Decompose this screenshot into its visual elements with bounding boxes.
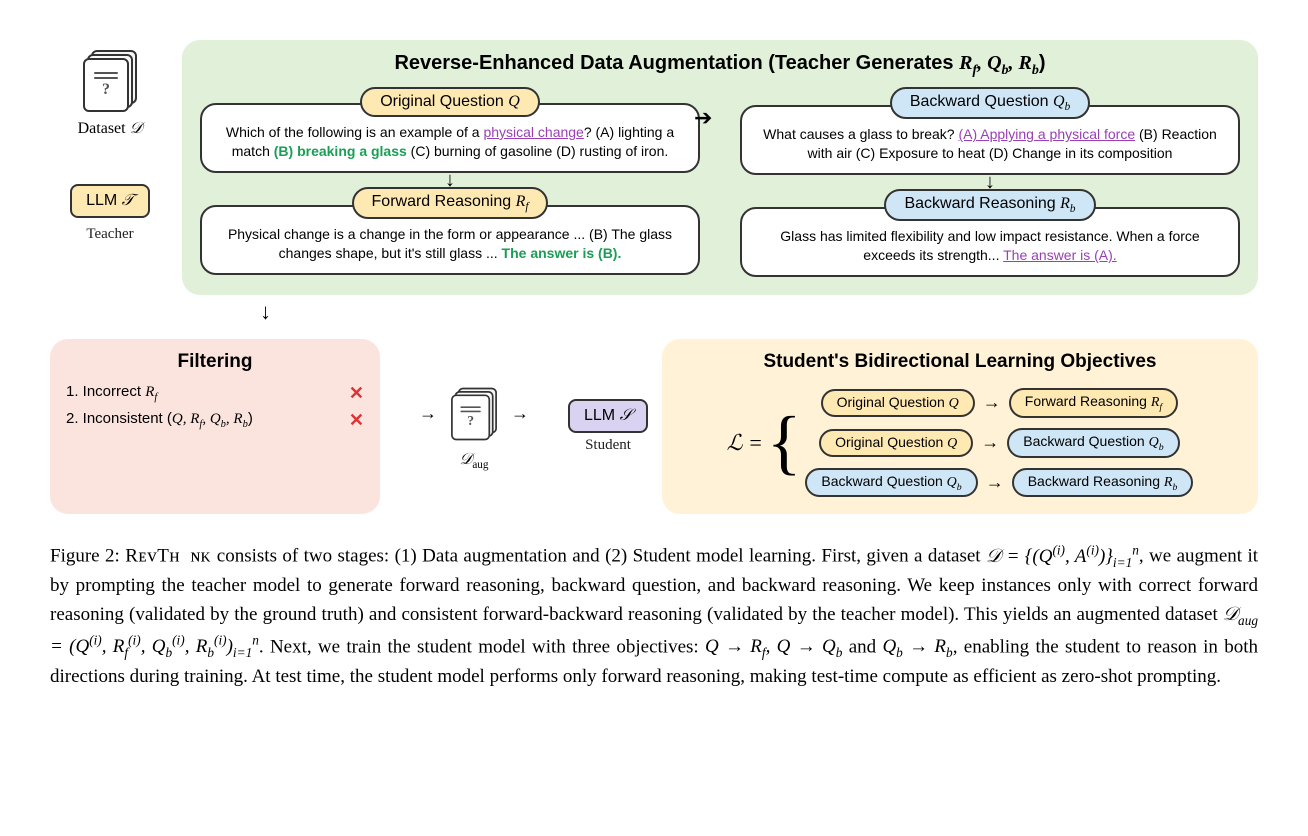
- arrow-right-icon: →: [983, 392, 1001, 413]
- arrow-right-icon: →: [986, 472, 1004, 493]
- original-question-pill: Original Question Q: [360, 87, 540, 117]
- dataset-icon: ?: [83, 50, 137, 112]
- arrow-right-icon: ➔: [694, 105, 712, 131]
- objective-row: Original Question Q → Forward Reasoning …: [805, 388, 1193, 418]
- x-icon: ✕: [349, 383, 364, 404]
- dataset-label: Dataset 𝒟: [78, 120, 143, 138]
- daug-label: 𝒟aug: [460, 451, 489, 471]
- objective-row: Original Question Q → Backward Question …: [805, 428, 1193, 458]
- objectives-title: Student's Bidirectional Learning Objecti…: [680, 351, 1240, 373]
- obj-to: Forward Reasoning Rf: [1009, 388, 1178, 418]
- arrow-right-icon: →: [419, 403, 437, 424]
- student-sublabel: Student: [585, 437, 631, 454]
- augmentation-title: Reverse-Enhanced Data Augmentation (Teac…: [200, 52, 1240, 79]
- backward-reasoning-pill: Backward Reasoning Rb: [884, 189, 1095, 221]
- filtering-title: Filtering: [66, 351, 364, 373]
- loss-symbol: ℒ =: [727, 430, 763, 456]
- student-chip: LLM 𝒮: [568, 399, 648, 433]
- figure: ? Dataset 𝒟 LLM 𝒯 Teacher Reverse-Enhanc…: [50, 40, 1258, 691]
- arrow-right-icon: →: [981, 432, 999, 453]
- backward-column: Backward Question Qb What causes a glass…: [740, 87, 1240, 277]
- obj-from: Original Question Q: [819, 429, 973, 457]
- objective-row: Backward Question Qb → Backward Reasonin…: [805, 468, 1193, 498]
- teacher-sublabel: Teacher: [86, 226, 133, 243]
- obj-to: Backward Reasoning Rb: [1012, 468, 1194, 498]
- filtering-panel: Filtering 1. Incorrect Rf ✕ 2. Inconsist…: [50, 339, 380, 514]
- teacher-chip: LLM 𝒯: [70, 184, 150, 218]
- mid-flow: → ? → 𝒟aug: [394, 339, 554, 514]
- obj-from: Original Question Q: [821, 389, 975, 417]
- obj-to: Backward Question Qb: [1007, 428, 1179, 458]
- backward-question-pill: Backward Question Qb: [890, 87, 1090, 119]
- brace-icon: {: [767, 410, 802, 475]
- forward-column: Original Question Q Which of the followi…: [200, 87, 700, 277]
- objectives-panel: Student's Bidirectional Learning Objecti…: [662, 339, 1258, 514]
- objectives-list: Original Question Q → Forward Reasoning …: [805, 383, 1193, 502]
- filter-rule-2: 2. Inconsistent (Q, Rf, Qb, Rb) ✕: [66, 410, 364, 431]
- augmentation-panel: Reverse-Enhanced Data Augmentation (Teac…: [182, 40, 1258, 295]
- filter-rule-1: 1. Incorrect Rf ✕: [66, 383, 364, 404]
- arrow-down-icon: ↓: [260, 299, 1258, 325]
- arrow-right-icon: →: [511, 403, 529, 424]
- augmented-dataset-icon: ?: [451, 387, 497, 440]
- obj-from: Backward Question Qb: [805, 468, 977, 498]
- method-name: RᴇᴠTʜɪɴᴋ: [125, 546, 211, 567]
- figure-caption: Figure 2: RᴇᴠTʜɪɴᴋ consists of two stage…: [50, 540, 1258, 691]
- diagram: ? Dataset 𝒟 LLM 𝒯 Teacher Reverse-Enhanc…: [50, 40, 1258, 514]
- x-icon: ✕: [349, 410, 364, 431]
- left-sidebar: ? Dataset 𝒟 LLM 𝒯 Teacher: [50, 40, 170, 243]
- forward-reasoning-pill: Forward Reasoning Rf: [352, 187, 549, 219]
